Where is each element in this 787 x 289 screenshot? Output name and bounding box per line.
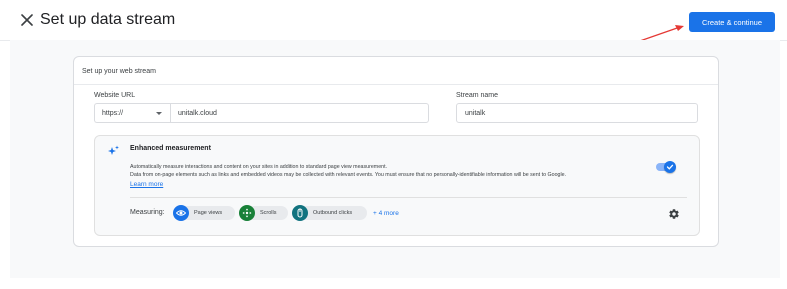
top-bar: Set up data stream Create & continue [0, 0, 787, 41]
web-stream-card: Set up your web stream Website URL https… [73, 56, 719, 247]
chevron-down-icon [156, 112, 162, 115]
crosshair-icon [239, 205, 255, 221]
eye-icon [173, 205, 189, 221]
measuring-label: Measuring: [130, 209, 165, 216]
chip-label: Page views [194, 210, 223, 216]
website-url-value: unitalk.cloud [178, 109, 217, 117]
enhanced-measurement-title: Enhanced measurement [130, 145, 211, 152]
card-divider [74, 84, 718, 85]
website-url-input[interactable]: unitalk.cloud [170, 103, 429, 123]
learn-more-link[interactable]: Learn more [130, 181, 163, 188]
close-icon[interactable] [21, 14, 33, 26]
chip-label: Scrolls [260, 210, 277, 216]
protocol-value: https:// [102, 109, 124, 117]
enhanced-description-line-1: Automatically measure interactions and c… [130, 164, 388, 170]
website-url-label: Website URL [94, 92, 136, 99]
more-measurements-link[interactable]: + 4 more [373, 210, 399, 217]
check-icon [666, 164, 674, 170]
chip-outbound-clicks[interactable]: Outbound clicks [292, 205, 367, 221]
enhanced-measurement-toggle[interactable] [656, 161, 676, 173]
stream-name-value: unitalk [465, 109, 486, 117]
sparkle-icon [108, 145, 119, 155]
gear-icon[interactable] [668, 208, 680, 220]
enhanced-divider [130, 197, 687, 198]
protocol-select[interactable]: https:// [94, 103, 170, 123]
card-title: Set up your web stream [82, 68, 156, 75]
chip-page-views[interactable]: Page views [173, 205, 235, 221]
mouse-icon [292, 205, 308, 221]
chip-scrolls[interactable]: Scrolls [239, 205, 288, 221]
chip-label: Outbound clicks [313, 210, 353, 216]
create-continue-button[interactable]: Create & continue [689, 12, 775, 32]
page-title: Set up data stream [40, 11, 176, 28]
stream-name-label: Stream name [456, 92, 499, 99]
toggle-knob [664, 161, 676, 173]
enhanced-description-line-2: Data from on-page elements such as links… [130, 172, 567, 178]
stream-name-input[interactable]: unitalk [456, 103, 698, 123]
enhanced-measurement-panel: Enhanced measurement Automatically measu… [94, 135, 700, 236]
